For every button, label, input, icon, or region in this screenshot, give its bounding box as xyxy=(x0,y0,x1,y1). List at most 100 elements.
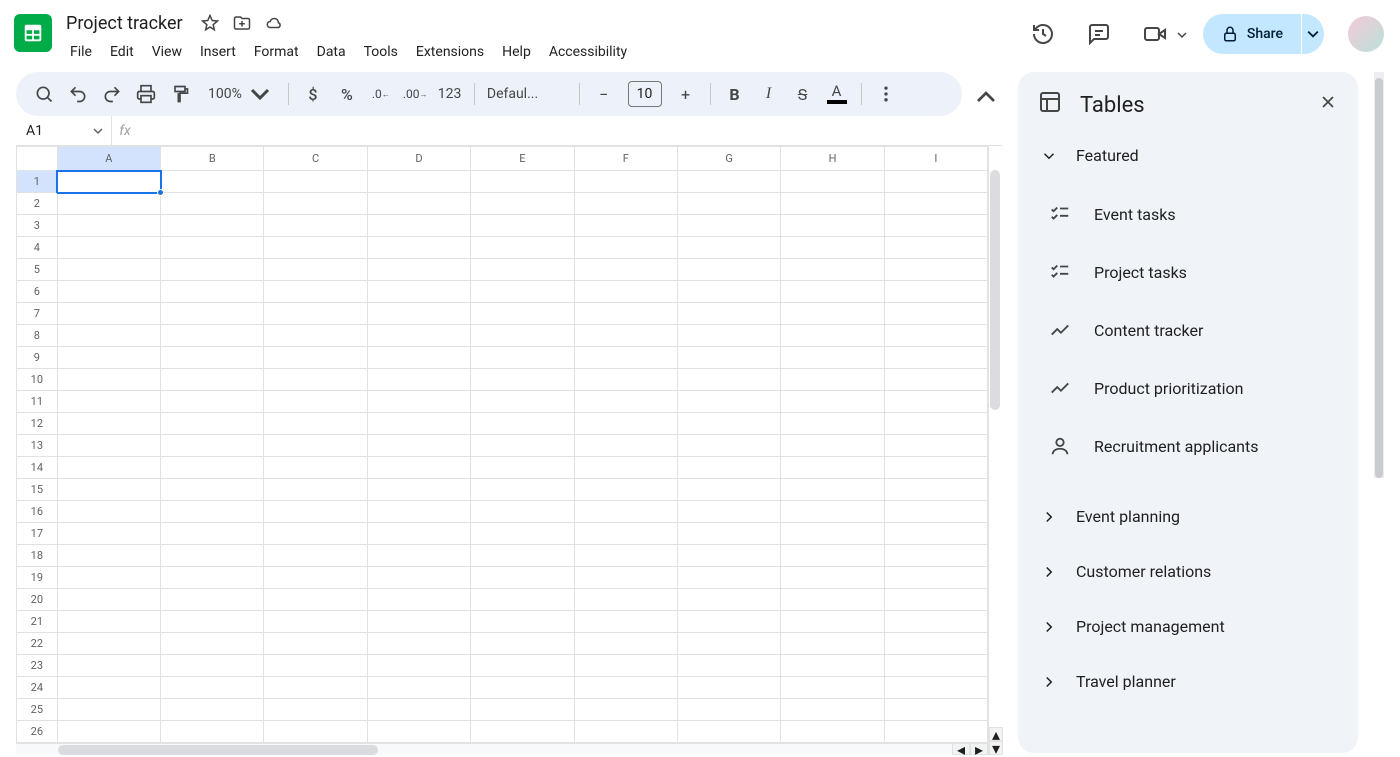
section-featured[interactable]: Featured xyxy=(1018,136,1358,175)
grid-cell[interactable] xyxy=(884,259,987,281)
grid-cell[interactable] xyxy=(884,501,987,523)
grid-cell[interactable] xyxy=(264,171,367,193)
section-collapsed[interactable]: Event planning xyxy=(1018,489,1358,544)
column-header[interactable]: H xyxy=(781,147,884,171)
zoom-select[interactable]: 100% xyxy=(198,78,280,110)
grid-cell[interactable] xyxy=(471,589,574,611)
grid-cell[interactable] xyxy=(367,435,470,457)
grid-cell[interactable] xyxy=(367,589,470,611)
grid-cell[interactable] xyxy=(367,413,470,435)
grid-cell[interactable] xyxy=(677,325,780,347)
grid-cell[interactable] xyxy=(471,633,574,655)
grid-cell[interactable] xyxy=(471,281,574,303)
row-header[interactable]: 4 xyxy=(17,237,58,259)
grid-cell[interactable] xyxy=(367,259,470,281)
grid-cell[interactable] xyxy=(471,215,574,237)
grid-cell[interactable] xyxy=(264,523,367,545)
grid-cell[interactable] xyxy=(884,611,987,633)
grid-cell[interactable] xyxy=(471,413,574,435)
grid-cell[interactable] xyxy=(574,567,677,589)
close-panel-icon[interactable] xyxy=(1318,92,1338,118)
grid-cell[interactable] xyxy=(471,567,574,589)
meet-caret-icon[interactable] xyxy=(1177,25,1187,44)
column-header[interactable]: C xyxy=(264,147,367,171)
grid-cell[interactable] xyxy=(471,721,574,743)
grid-cell[interactable] xyxy=(471,611,574,633)
sheet-nav-left[interactable]: ◂ xyxy=(952,743,970,755)
history-icon[interactable] xyxy=(1023,14,1063,54)
column-header[interactable]: I xyxy=(884,147,987,171)
row-header[interactable]: 9 xyxy=(17,347,58,369)
grid-cell[interactable] xyxy=(574,633,677,655)
grid-cell[interactable] xyxy=(57,413,160,435)
grid-cell[interactable] xyxy=(574,589,677,611)
grid-cell[interactable] xyxy=(367,303,470,325)
grid-cell[interactable] xyxy=(471,193,574,215)
grid-cell[interactable] xyxy=(884,413,987,435)
grid-cell[interactable] xyxy=(884,369,987,391)
font-size-increase[interactable]: + xyxy=(670,78,702,110)
row-header[interactable]: 2 xyxy=(17,193,58,215)
grid-cell[interactable] xyxy=(677,237,780,259)
grid-cell[interactable] xyxy=(884,237,987,259)
vertical-scrollbar[interactable]: ▴ ▾ xyxy=(988,146,1002,755)
grid-cell[interactable] xyxy=(781,479,884,501)
grid-cell[interactable] xyxy=(781,237,884,259)
row-header[interactable]: 18 xyxy=(17,545,58,567)
grid-cell[interactable] xyxy=(264,501,367,523)
row-header[interactable]: 22 xyxy=(17,633,58,655)
grid-cell[interactable] xyxy=(57,501,160,523)
grid-cell[interactable] xyxy=(367,567,470,589)
grid-cell[interactable] xyxy=(677,391,780,413)
grid-cell[interactable] xyxy=(57,281,160,303)
account-avatar[interactable] xyxy=(1348,16,1384,52)
grid-cell[interactable] xyxy=(884,545,987,567)
grid-cell[interactable] xyxy=(677,303,780,325)
grid-cell[interactable] xyxy=(161,391,264,413)
grid-cell[interactable] xyxy=(471,655,574,677)
template-item[interactable]: Project tasks xyxy=(1018,243,1358,301)
grid-cell[interactable] xyxy=(367,633,470,655)
grid-cell[interactable] xyxy=(677,567,780,589)
grid-cell[interactable] xyxy=(161,413,264,435)
comments-icon[interactable] xyxy=(1079,14,1119,54)
grid-cell[interactable] xyxy=(161,501,264,523)
grid-cell[interactable] xyxy=(57,677,160,699)
row-header[interactable]: 23 xyxy=(17,655,58,677)
grid-cell[interactable] xyxy=(574,237,677,259)
grid-cell[interactable] xyxy=(161,611,264,633)
grid-cell[interactable] xyxy=(161,567,264,589)
name-box[interactable]: A1 xyxy=(16,116,112,145)
currency-icon[interactable]: $ xyxy=(297,78,329,110)
grid-cell[interactable] xyxy=(471,325,574,347)
menu-insert[interactable]: Insert xyxy=(192,40,244,64)
grid-cell[interactable] xyxy=(264,281,367,303)
grid-cell[interactable] xyxy=(781,523,884,545)
grid-cell[interactable] xyxy=(471,347,574,369)
grid-cell[interactable] xyxy=(884,567,987,589)
grid-cell[interactable] xyxy=(781,259,884,281)
row-header[interactable]: 13 xyxy=(17,435,58,457)
grid-cell[interactable] xyxy=(57,567,160,589)
star-icon[interactable] xyxy=(201,14,219,32)
grid-cell[interactable] xyxy=(574,523,677,545)
grid-cell[interactable] xyxy=(367,655,470,677)
grid-cell[interactable] xyxy=(264,479,367,501)
search-menus-icon[interactable] xyxy=(28,78,60,110)
grid-cell[interactable] xyxy=(781,303,884,325)
grid-cell[interactable] xyxy=(781,193,884,215)
grid-cell[interactable] xyxy=(574,281,677,303)
grid-cell[interactable] xyxy=(264,391,367,413)
grid-cell[interactable] xyxy=(367,721,470,743)
grid-cell[interactable] xyxy=(884,633,987,655)
grid-cell[interactable] xyxy=(57,633,160,655)
grid-cell[interactable] xyxy=(471,435,574,457)
grid-cell[interactable] xyxy=(57,589,160,611)
row-header[interactable]: 21 xyxy=(17,611,58,633)
number-format-select[interactable]: 123 xyxy=(434,78,466,110)
grid-cell[interactable] xyxy=(677,347,780,369)
grid-cell[interactable] xyxy=(57,171,160,193)
grid-cell[interactable] xyxy=(471,523,574,545)
grid-cell[interactable] xyxy=(161,193,264,215)
row-header[interactable]: 11 xyxy=(17,391,58,413)
